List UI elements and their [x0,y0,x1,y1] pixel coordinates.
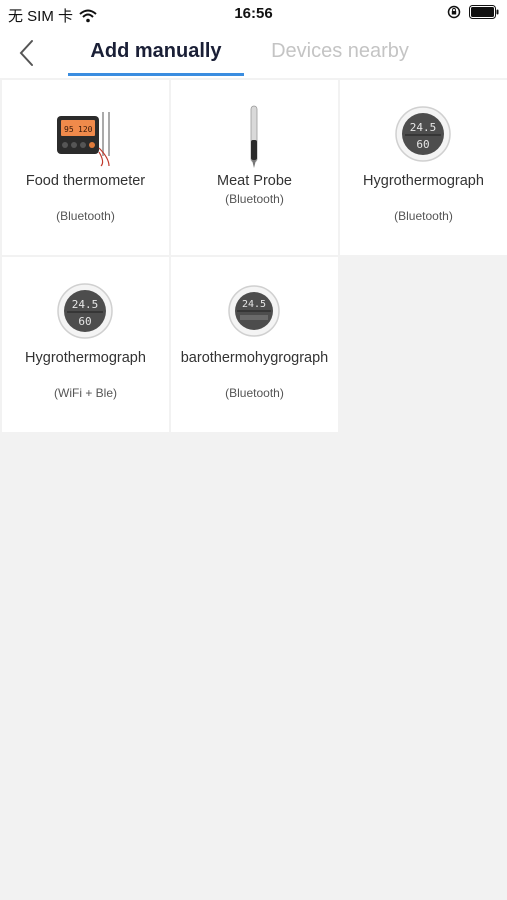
device-card-hygrothermograph-wifi[interactable]: 24.5 60 Hygrothermograph (WiFi + Ble) [2,257,169,432]
device-card-meat-probe[interactable]: Meat Probe (Bluetooth) [171,80,338,255]
device-card-hygrothermograph-bluetooth[interactable]: 24.5 60 Hygrothermograph (Bluetooth) [340,80,507,255]
device-name: Hygrothermograph [363,173,484,189]
svg-text:60: 60 [416,138,429,151]
svg-text:24.5: 24.5 [410,121,437,134]
barothermohygrograph-icon: 24.5 [228,285,280,337]
device-connection: (Bluetooth) [225,192,284,206]
clock: 16:56 [234,5,273,22]
device-card-food-thermometer[interactable]: 95 120 Food thermometer (Bluetooth) [2,80,169,255]
device-name: barothermohygrograph [180,350,329,366]
device-connection: (Bluetooth) [225,386,284,400]
hygrothermograph-icon: 24.5 60 [395,106,451,162]
tab-devices-nearby[interactable]: Devices nearby [258,40,422,63]
orientation-lock-icon [447,5,461,19]
status-bar: 无 SIM 卡 16:56 [0,0,507,28]
back-button[interactable] [12,36,44,70]
tab-add-manually[interactable]: Add manually [68,40,244,63]
svg-text:120: 120 [78,125,93,134]
device-name: Food thermometer [25,173,146,189]
svg-text:60: 60 [78,315,91,328]
svg-text:95: 95 [64,125,74,134]
meat-probe-icon [250,105,258,168]
nav-bar: Add manually Devices nearby [0,28,507,78]
device-connection: (WiFi + Ble) [54,386,117,400]
svg-text:24.5: 24.5 [72,298,99,311]
device-name: Meat Probe [217,173,292,189]
battery-icon [469,5,499,19]
device-name: Hygrothermograph [25,350,146,366]
device-connection: (Bluetooth) [394,209,453,223]
food-thermometer-icon: 95 120 [57,112,110,167]
device-connection: (Bluetooth) [56,209,115,223]
device-card-barothermohygrograph[interactable]: 24.5 barothermohygrograph (Bluetooth) [171,257,338,432]
active-tab-indicator [68,73,244,76]
hygrothermograph-icon: 24.5 60 [57,283,113,339]
svg-text:24.5: 24.5 [242,299,266,310]
